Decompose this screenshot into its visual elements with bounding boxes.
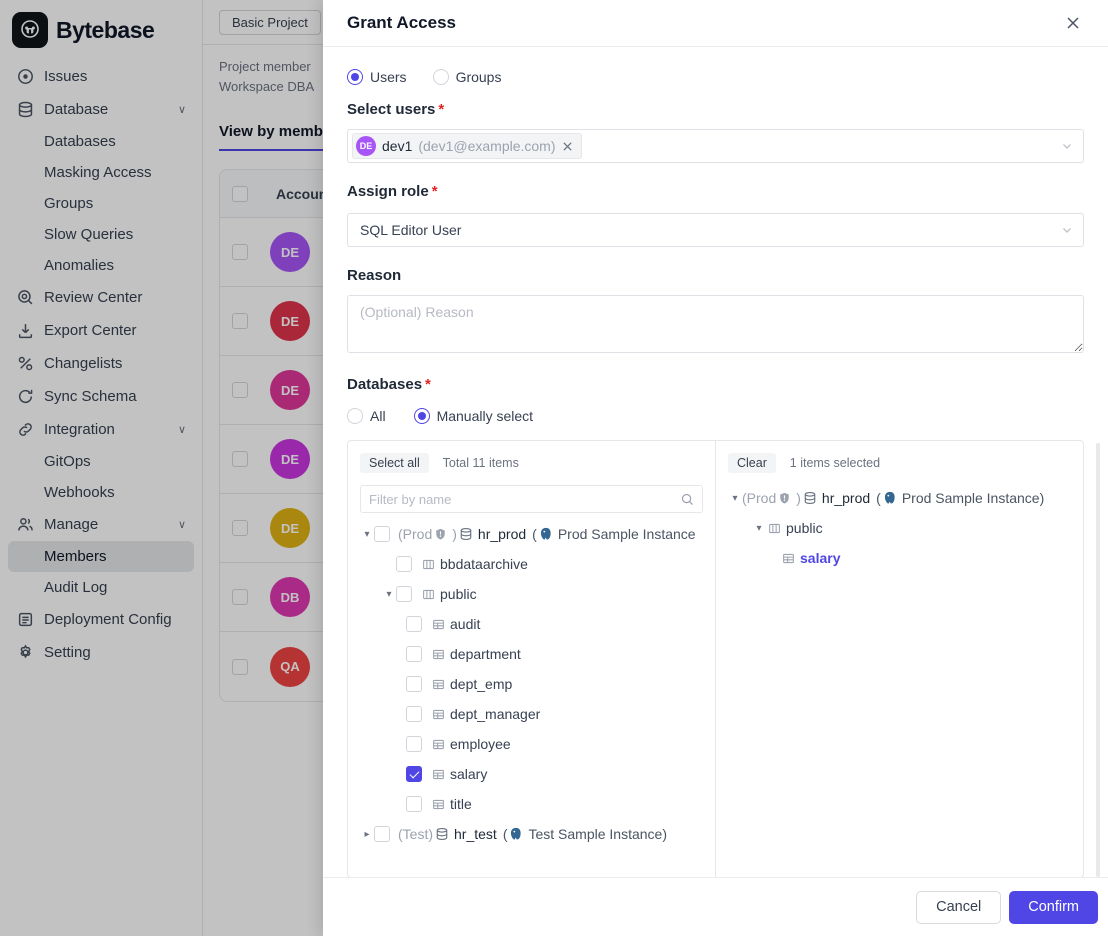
postgresql-icon — [509, 827, 523, 841]
selected-tree: ▾ (Prod ) hr_prod ( Prod Sample Instance… — [728, 483, 1071, 573]
schema-icon — [422, 588, 435, 601]
select-users-input[interactable]: DE dev1 (dev1@example.com) — [347, 129, 1084, 163]
filter-input[interactable]: Filter by name — [360, 485, 703, 513]
table-icon — [782, 552, 795, 565]
all-radio[interactable] — [347, 408, 363, 424]
checkbox[interactable] — [396, 586, 412, 602]
checkbox[interactable] — [374, 826, 390, 842]
caret-down-icon[interactable]: ▾ — [382, 589, 396, 600]
cancel-button[interactable]: Cancel — [916, 891, 1001, 924]
total-items-label: Total 11 items — [443, 456, 519, 470]
search-icon — [681, 493, 694, 506]
table-icon — [432, 618, 445, 631]
database-tree: ▾ (Prod ) hr_prod ( Prod Sample Instance — [360, 519, 703, 849]
reason-label: Reason — [347, 267, 1084, 285]
assign-role-label: Assign role* — [347, 183, 1084, 201]
tree-row-title[interactable]: title — [360, 789, 703, 819]
tree-row-department[interactable]: department — [360, 639, 703, 669]
database-icon — [435, 827, 449, 841]
table-icon — [432, 708, 445, 721]
checkbox[interactable] — [374, 526, 390, 542]
checkbox[interactable] — [406, 616, 422, 632]
table-icon — [432, 798, 445, 811]
chevron-down-icon — [1061, 140, 1073, 152]
table-icon — [432, 738, 445, 751]
caret-down-icon[interactable]: ▾ — [728, 493, 742, 504]
groups-radio-label[interactable]: Groups — [456, 69, 502, 85]
shield-icon — [778, 492, 791, 505]
tree-row-dept-manager[interactable]: dept_manager — [360, 699, 703, 729]
checkbox[interactable] — [406, 676, 422, 692]
caret-down-icon[interactable]: ▾ — [752, 523, 766, 534]
tree-row-salary[interactable]: salary — [360, 759, 703, 789]
user-tag: DE dev1 (dev1@example.com) — [352, 133, 582, 159]
postgresql-icon — [539, 527, 553, 541]
tree-row-employee[interactable]: employee — [360, 729, 703, 759]
caret-down-icon[interactable]: ▾ — [360, 529, 374, 540]
select-users-label: Select users* — [347, 101, 1084, 119]
database-picker-source-panel: Select all Total 11 items Filter by name… — [348, 441, 716, 877]
remove-tag-icon[interactable] — [562, 141, 573, 152]
database-icon — [459, 527, 473, 541]
reason-textarea[interactable] — [347, 295, 1084, 353]
table-icon — [432, 678, 445, 691]
checkbox[interactable] — [406, 796, 422, 812]
tree-row-hr-test[interactable]: ▸ (Test) hr_test ( Test Sample Instance) — [360, 819, 703, 849]
database-icon — [803, 491, 817, 505]
schema-icon — [422, 558, 435, 571]
tree-row-hr-prod-selected[interactable]: ▾ (Prod ) hr_prod ( Prod Sample Instance… — [728, 483, 1071, 513]
manually-select-radio-label[interactable]: Manually select — [437, 408, 534, 424]
required-asterisk: * — [425, 376, 431, 393]
dialog-title: Grant Access — [347, 13, 456, 33]
checkbox-checked[interactable] — [406, 766, 422, 782]
selected-count-label: 1 items selected — [790, 456, 880, 470]
tree-row-bbdataarchive[interactable]: bbdataarchive — [360, 549, 703, 579]
all-radio-label[interactable]: All — [370, 408, 386, 424]
schema-icon — [768, 522, 781, 535]
assign-role-select[interactable]: SQL Editor User — [347, 213, 1084, 247]
confirm-button[interactable]: Confirm — [1009, 891, 1098, 924]
tree-row-public[interactable]: ▾ public — [360, 579, 703, 609]
dialog-footer: Cancel Confirm — [323, 877, 1108, 936]
shield-icon — [434, 528, 447, 541]
tree-row-salary-selected[interactable]: salary — [728, 543, 1071, 573]
close-icon[interactable] — [1062, 12, 1084, 34]
databases-scope-radio-group: All Manually select — [347, 406, 1084, 426]
caret-right-icon[interactable]: ▸ — [360, 829, 374, 840]
database-picker-selected-panel: Clear 1 items selected ▾ (Prod ) hr_prod… — [716, 441, 1083, 877]
grant-access-dialog: Grant Access Users Groups Select users* … — [323, 0, 1108, 936]
groups-radio[interactable] — [433, 69, 449, 85]
checkbox[interactable] — [396, 556, 412, 572]
checkbox[interactable] — [406, 646, 422, 662]
checkbox[interactable] — [406, 706, 422, 722]
checkbox[interactable] — [406, 736, 422, 752]
tree-row-audit[interactable]: audit — [360, 609, 703, 639]
modal-scrollbar[interactable] — [1096, 443, 1100, 877]
member-type-radio-group: Users Groups — [347, 67, 1084, 87]
database-picker: Select all Total 11 items Filter by name… — [347, 440, 1084, 877]
required-asterisk: * — [438, 101, 444, 118]
tree-row-hr-prod[interactable]: ▾ (Prod ) hr_prod ( Prod Sample Instance — [360, 519, 703, 549]
postgresql-icon — [883, 491, 897, 505]
table-icon — [432, 648, 445, 661]
manually-select-radio[interactable] — [414, 408, 430, 424]
select-all-button[interactable]: Select all — [360, 453, 429, 473]
tree-row-public-selected[interactable]: ▾ public — [728, 513, 1071, 543]
chevron-down-icon — [1061, 224, 1073, 236]
users-radio[interactable] — [347, 69, 363, 85]
table-icon — [432, 768, 445, 781]
avatar: DE — [356, 136, 376, 156]
clear-button[interactable]: Clear — [728, 453, 776, 473]
databases-label: Databases* — [347, 376, 1084, 394]
required-asterisk: * — [432, 183, 438, 200]
users-radio-label[interactable]: Users — [370, 69, 407, 85]
tree-row-dept-emp[interactable]: dept_emp — [360, 669, 703, 699]
